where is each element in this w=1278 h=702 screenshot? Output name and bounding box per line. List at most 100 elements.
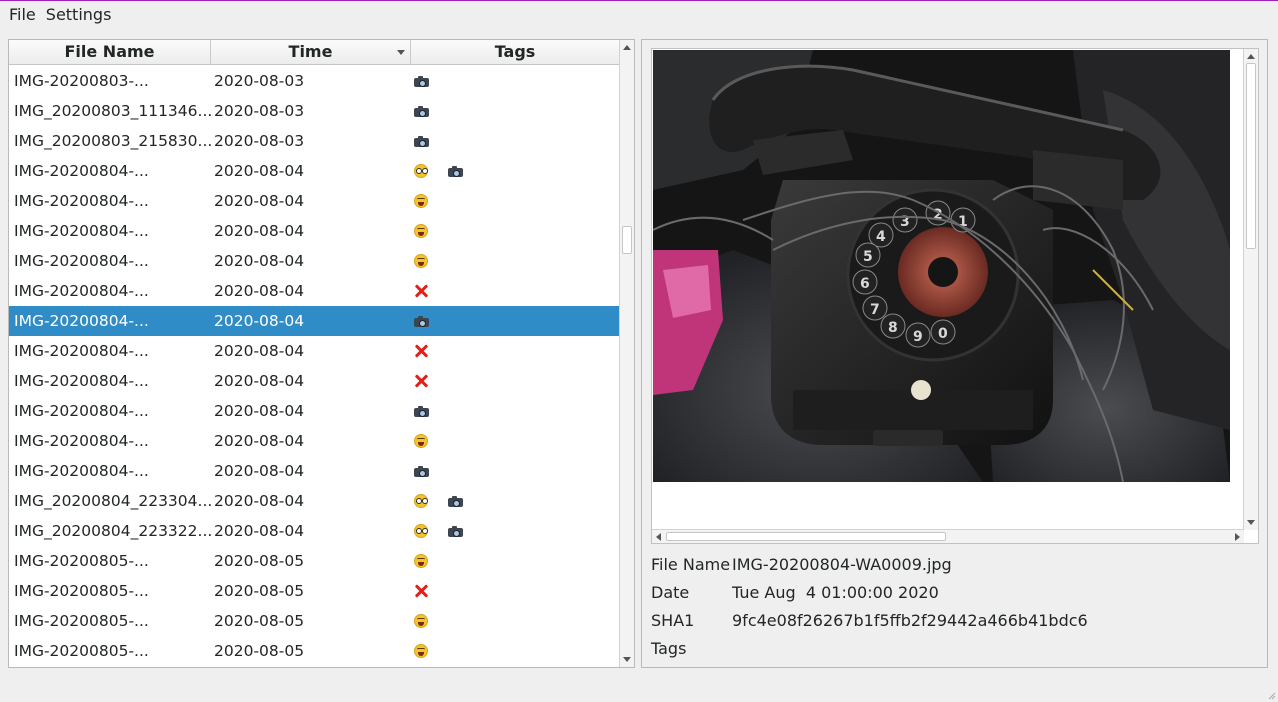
cell-file-name: IMG-20200805-... [14, 612, 149, 630]
tag-laughing-face-icon [411, 553, 445, 569]
cell-file-name: IMG-20200804-... [14, 222, 149, 240]
menu-settings[interactable]: Settings [41, 3, 117, 27]
cell-time: 2020-08-04 [214, 252, 305, 270]
table-row[interactable]: IMG-20200804-... 2020-08-04 [9, 456, 620, 486]
tag-nerd-face-icon [411, 493, 445, 509]
cell-file-name: IMG-20200804-... [14, 462, 149, 480]
cell-time: 2020-08-04 [214, 372, 305, 390]
table-row[interactable]: IMG-20200804-... 2020-08-04 [9, 186, 620, 216]
cell-time: 2020-08-04 [214, 522, 305, 540]
cell-tags [411, 283, 620, 299]
image-hscroll-thumb[interactable] [666, 532, 946, 541]
file-table[interactable]: File Name Time Tags IMG-20200803-... 2020… [8, 39, 635, 668]
table-header: File Name Time Tags [9, 40, 620, 65]
camera-icon [448, 165, 463, 177]
scrollbar-thumb[interactable] [622, 226, 632, 254]
svg-text:6: 6 [860, 276, 870, 292]
cell-time: 2020-08-03 [214, 72, 305, 90]
tag-laughing-face-icon [411, 193, 445, 209]
scroll-down-arrow-icon[interactable] [623, 657, 631, 662]
table-row[interactable]: IMG-20200804-... 2020-08-04 [9, 276, 620, 306]
column-header-time[interactable]: Time [211, 40, 411, 65]
laughing-face-icon [414, 644, 428, 658]
image-scroll-up-arrow-icon[interactable] [1247, 54, 1255, 59]
resize-grip-icon[interactable] [1266, 690, 1276, 700]
tag-red-cross-icon [411, 283, 445, 299]
cell-file-name: IMG_20200804_223304.... [14, 492, 211, 510]
main-window: File Settings File Name Time Tags IMG-20… [0, 0, 1278, 702]
tag-camera-icon [411, 133, 445, 149]
detail-row-date: Date Tue Aug 4 01:00:00 2020 [651, 578, 1251, 606]
camera-icon [414, 135, 429, 147]
tag-nerd-face-icon [411, 523, 445, 539]
cell-file-name: IMG-20200804-... [14, 402, 149, 420]
preview-panel: 3 4 5 6 7 8 9 0 2 1 File Name IMG-202008… [641, 39, 1268, 668]
table-row[interactable]: IMG-20200805-... 2020-08-05 [9, 606, 620, 636]
table-row[interactable]: IMG-20200804-... 2020-08-04 [9, 366, 620, 396]
table-row[interactable]: IMG-20200803-... 2020-08-03 [9, 66, 620, 96]
column-header-tags[interactable]: Tags [411, 40, 620, 65]
tag-camera-icon [411, 103, 445, 119]
tag-camera-icon [445, 493, 479, 509]
table-row[interactable]: IMG-20200804-... 2020-08-04 [9, 156, 620, 186]
cell-tags [411, 583, 620, 599]
table-row[interactable]: IMG-20200804-... 2020-08-04 [9, 216, 620, 246]
table-row[interactable]: IMG-20200805-... 2020-08-05 [9, 636, 620, 666]
image-horizontal-scrollbar[interactable] [652, 529, 1244, 543]
sha1-label: SHA1 [651, 610, 695, 630]
tag-laughing-face-icon [411, 433, 445, 449]
scroll-up-arrow-icon[interactable] [623, 45, 631, 50]
laughing-face-icon [414, 254, 428, 268]
cell-time: 2020-08-04 [214, 162, 305, 180]
column-header-file-name[interactable]: File Name [9, 40, 211, 65]
image-scroll-left-arrow-icon[interactable] [656, 533, 661, 541]
image-scroll-down-arrow-icon[interactable] [1247, 520, 1255, 525]
cell-tags [411, 463, 620, 479]
table-row[interactable]: IMG_20200804_223304.... 2020-08-04 [9, 486, 620, 516]
table-row[interactable]: IMG-20200804-... 2020-08-04 [9, 396, 620, 426]
detail-row-tags: Tags [651, 634, 1251, 662]
cell-tags [411, 163, 620, 179]
table-row[interactable]: IMG-20200804-... 2020-08-04 [9, 336, 620, 366]
table-row[interactable]: IMG-20200804-... 2020-08-04 [9, 246, 620, 276]
red-cross-icon [414, 284, 428, 298]
cell-file-name: IMG-20200805-... [14, 552, 149, 570]
table-vertical-scrollbar[interactable] [619, 40, 634, 667]
cell-tags [411, 313, 620, 329]
table-row[interactable]: IMG-20200804-... 2020-08-04 [9, 306, 620, 336]
table-row[interactable]: IMG-20200805-... 2020-08-05 [9, 546, 620, 576]
laughing-face-icon [414, 224, 428, 238]
cell-time: 2020-08-04 [214, 312, 305, 330]
cell-time: 2020-08-05 [214, 582, 305, 600]
cell-tags [411, 613, 620, 629]
laughing-face-icon [414, 614, 428, 628]
cell-tags [411, 253, 620, 269]
column-header-time-label: Time [288, 42, 333, 61]
camera-icon [414, 75, 429, 87]
table-row[interactable]: IMG_20200803_215830.... 2020-08-03 [9, 126, 620, 156]
cell-tags [411, 553, 620, 569]
cell-time: 2020-08-04 [214, 342, 305, 360]
cell-file-name: IMG-20200804-... [14, 342, 149, 360]
cell-time: 2020-08-04 [214, 192, 305, 210]
cell-file-name: IMG-20200805-... [14, 642, 149, 660]
svg-text:4: 4 [876, 229, 886, 245]
image-vscroll-thumb[interactable] [1246, 63, 1256, 249]
cell-tags [411, 373, 620, 389]
red-cross-icon [414, 344, 428, 358]
table-row[interactable]: IMG-20200805-... 2020-08-05 [9, 576, 620, 606]
table-row[interactable]: IMG_20200803_111346.... 2020-08-03 [9, 96, 620, 126]
image-vertical-scrollbar[interactable] [1243, 49, 1258, 530]
image-viewer[interactable]: 3 4 5 6 7 8 9 0 2 1 [651, 48, 1259, 544]
camera-icon [448, 525, 463, 537]
table-row[interactable]: IMG_20200804_223322.... 2020-08-04 [9, 516, 620, 546]
svg-text:8: 8 [888, 320, 898, 336]
sha1-value: 9fc4e08f26267b1f5ffb2f29442a466b41bdc6 [732, 610, 1088, 630]
cell-file-name: IMG_20200803_215830.... [14, 132, 211, 150]
laughing-face-icon [414, 554, 428, 568]
image-scroll-right-arrow-icon[interactable] [1235, 533, 1240, 541]
cell-tags [411, 433, 620, 449]
red-cross-icon [414, 374, 428, 388]
menu-file[interactable]: File [4, 3, 41, 27]
table-row[interactable]: IMG-20200804-... 2020-08-04 [9, 426, 620, 456]
